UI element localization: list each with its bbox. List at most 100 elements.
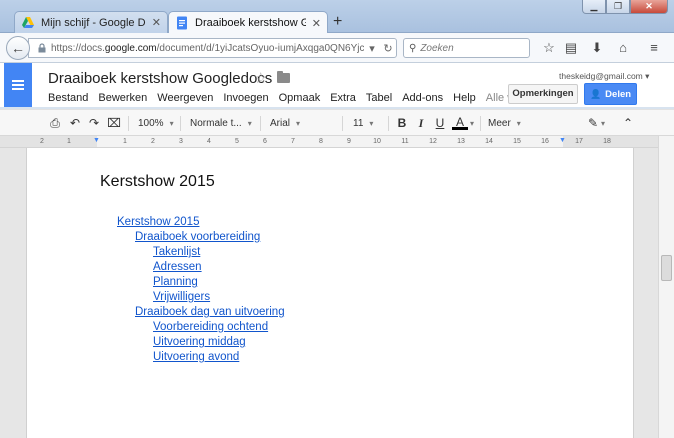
toc-link[interactable]: Adressen — [153, 260, 202, 275]
url-text: https://docs.google.com/document/d/1yiJc… — [51, 42, 364, 54]
underline-button[interactable]: U — [432, 115, 448, 132]
ruler-number: 8 — [319, 138, 323, 145]
vertical-scrollbar[interactable] — [658, 136, 674, 438]
browser-title-bar: Mijn schijf - Google Drive ✕ Draaiboek k… — [0, 0, 674, 34]
document-canvas: Kerstshow 2015 Kerstshow 2015 Draaiboek … — [0, 148, 658, 438]
right-indent-marker[interactable]: ▼ — [559, 137, 566, 144]
tab-google-drive[interactable]: Mijn schijf - Google Drive ✕ — [14, 11, 168, 33]
toc-link[interactable]: Planning — [153, 275, 198, 290]
reading-list-icon[interactable]: ▤ — [563, 40, 579, 56]
ruler-number: 14 — [485, 138, 493, 145]
close-icon[interactable]: ✕ — [152, 16, 161, 29]
menu-item-help[interactable]: Help — [453, 92, 476, 104]
account-email[interactable]: theskeidg@gmail.com ▾ — [559, 71, 649, 82]
tab-google-docs[interactable]: Draaiboek kerstshow Googledocs ✕ — [168, 11, 328, 34]
new-tab-button[interactable]: + — [333, 13, 342, 31]
left-indent-marker[interactable]: ▼ — [93, 137, 100, 144]
italic-button[interactable]: I — [413, 115, 429, 132]
ruler-number: 1 — [123, 138, 127, 145]
bookmark-star-icon[interactable]: ☆ — [541, 40, 557, 56]
document-heading: Kerstshow 2015 — [100, 173, 215, 190]
docs-home-icon[interactable] — [4, 63, 32, 107]
star-icon[interactable]: ☆ — [254, 69, 267, 87]
editing-mode-pencil-icon[interactable]: ✎ — [585, 115, 601, 132]
menu-item-tabel[interactable]: Tabel — [366, 92, 392, 104]
menu-item-invoegen[interactable]: Invoegen — [223, 92, 268, 104]
search-input[interactable]: ⚲ Zoeken — [403, 38, 530, 58]
menu-item-bewerken[interactable]: Bewerken — [98, 92, 147, 104]
chevron-down-icon: ▾ — [645, 71, 650, 81]
ruler-number: 12 — [429, 138, 437, 145]
ruler-number: 6 — [263, 138, 267, 145]
menu-item-weergeven[interactable]: Weergeven — [157, 92, 213, 104]
menu-item-opmaak[interactable]: Opmaak — [279, 92, 321, 104]
window-controls: ▁ ❐ ✕ — [582, 0, 668, 14]
tab-label: Draaiboek kerstshow Googledocs — [195, 17, 306, 29]
google-drive-icon — [22, 16, 34, 28]
print-icon[interactable]: ⎙ — [47, 115, 63, 132]
close-icon[interactable]: ✕ — [312, 17, 321, 30]
menu-item-add-ons[interactable]: Add-ons — [402, 92, 443, 104]
ruler-number: 13 — [457, 138, 465, 145]
chevron-down-icon[interactable]: ▾ — [470, 115, 474, 132]
document-title[interactable]: Draaiboek kerstshow Googledocs — [48, 70, 272, 87]
collapse-menus-icon[interactable]: ⌃ — [620, 115, 636, 132]
bold-button[interactable]: B — [394, 115, 410, 132]
ruler-number: 5 — [235, 138, 239, 145]
ruler[interactable]: 2 1 1 2 3 4 5 6 7 8 9 10 11 12 13 14 15 … — [0, 136, 658, 148]
dropdown-icon[interactable]: ▾ — [364, 42, 380, 55]
ruler-number: 9 — [347, 138, 351, 145]
ruler-number: 3 — [179, 138, 183, 145]
maximize-icon[interactable]: ❐ — [606, 0, 630, 14]
ruler-number: 16 — [541, 138, 549, 145]
minimize-icon[interactable]: ▁ — [582, 0, 606, 14]
comments-button[interactable]: Opmerkingen — [508, 84, 578, 104]
ruler-number: 18 — [603, 138, 611, 145]
scrollbar-thumb[interactable] — [661, 255, 672, 281]
chevron-down-icon[interactable]: ▾ — [601, 115, 605, 132]
ruler-number: 1 — [67, 138, 71, 145]
redo-icon[interactable]: ↷ — [86, 115, 102, 132]
address-bar[interactable]: https://docs.google.com/document/d/1yiJc… — [28, 38, 397, 58]
font-select[interactable]: Arial — [270, 115, 334, 132]
share-button[interactable]: 👤 Delen — [584, 83, 637, 105]
google-docs-icon — [177, 16, 187, 30]
home-icon[interactable]: ⌂ — [615, 40, 631, 56]
toc-link[interactable]: Uitvoering avond — [153, 350, 239, 365]
share-label: Delen — [605, 88, 632, 100]
ruler-number: 2 — [151, 138, 155, 145]
ruler-number: 7 — [291, 138, 295, 145]
toc-link[interactable]: Voorbereiding ochtend — [153, 320, 268, 335]
download-icon[interactable]: ⬇ — [589, 40, 605, 56]
menu-bar: Bestand Bewerken Weergeven Invoegen Opma… — [48, 92, 539, 104]
menu-icon[interactable]: ≡ — [646, 40, 662, 56]
paint-format-icon[interactable]: ⌧ — [106, 115, 122, 132]
ruler-number: 2 — [40, 138, 44, 145]
tab-label: Mijn schijf - Google Drive — [41, 16, 146, 29]
lock-icon — [38, 43, 46, 53]
menu-item-bestand[interactable]: Bestand — [48, 92, 88, 104]
toc-link[interactable]: Draaiboek dag van uitvoering — [135, 305, 285, 320]
paragraph-style-select[interactable]: Normale t... — [190, 115, 252, 132]
toc-link[interactable]: Draaiboek voorbereiding — [135, 230, 260, 245]
back-button[interactable]: ← — [6, 36, 30, 60]
search-icon: ⚲ — [409, 42, 417, 54]
ruler-number: 11 — [401, 138, 409, 145]
toc-link[interactable]: Uitvoering middag — [153, 335, 246, 350]
menu-item-extra[interactable]: Extra — [330, 92, 356, 104]
toc-link[interactable]: Kerstshow 2015 — [117, 215, 199, 230]
font-size-select[interactable]: 11 — [353, 115, 373, 132]
undo-icon[interactable]: ↶ — [67, 115, 83, 132]
ruler-number: 4 — [207, 138, 211, 145]
search-placeholder: Zoeken — [420, 42, 454, 54]
toc-link[interactable]: Vrijwilligers — [153, 290, 210, 305]
toc-link[interactable]: Takenlijst — [153, 245, 200, 260]
person-icon: 👤 — [589, 88, 602, 99]
reload-icon[interactable]: ↻ — [380, 42, 396, 55]
more-menu-button[interactable]: Meer — [488, 115, 521, 132]
document-page[interactable]: Kerstshow 2015 Kerstshow 2015 Draaiboek … — [26, 148, 634, 438]
window-close-icon[interactable]: ✕ — [630, 0, 668, 14]
text-color-button[interactable]: A — [452, 115, 468, 130]
folder-icon[interactable] — [277, 71, 290, 83]
zoom-select[interactable]: 100% — [138, 115, 174, 132]
